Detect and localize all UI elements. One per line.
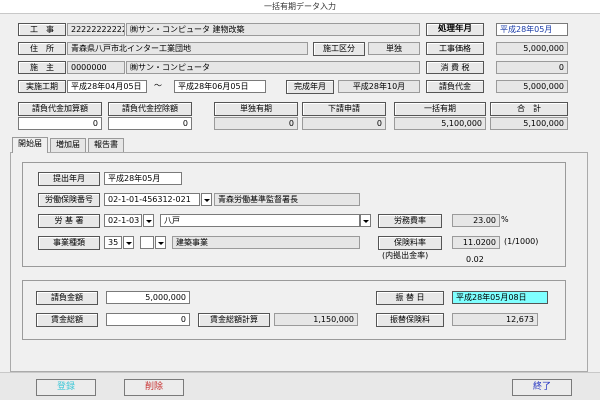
transfer-fee-button[interactable]: 振替保険料 <box>376 313 444 327</box>
submit-month-button[interactable]: 提出年月 <box>38 172 100 186</box>
business-code-2-dropdown[interactable] <box>155 236 166 249</box>
deduct-amount-value[interactable]: 0 <box>108 117 192 130</box>
labor-office-code[interactable]: 02-1-03 <box>104 214 142 227</box>
transfer-fee-value: 12,673 <box>452 313 538 326</box>
contract-label: 請負代金 <box>426 80 484 93</box>
insurance-no-button[interactable]: 労働保険番号 <box>38 193 100 207</box>
end-date[interactable]: 平成28年06月05日 <box>174 80 266 93</box>
business-code-1[interactable]: 35 <box>104 236 122 249</box>
single-period-button[interactable]: 単独有期 <box>214 102 298 116</box>
bulk-period-button[interactable]: 一括有期 <box>394 102 486 116</box>
tax-value[interactable]: 0 <box>496 61 568 74</box>
address-label: 住 所 <box>18 42 66 55</box>
window-title: 一括有期データ入力 <box>0 0 600 14</box>
transfer-date-button[interactable]: 振 替 日 <box>376 291 444 305</box>
add-amount-value[interactable]: 0 <box>18 117 102 130</box>
single-period-value: 0 <box>214 117 298 130</box>
start-date[interactable]: 平成28年04月05日 <box>67 80 147 93</box>
cost-rate-value: 23.00 <box>452 214 500 227</box>
inner-rate-label: (内拠出金率) <box>382 251 429 260</box>
business-code-2[interactable] <box>140 236 154 249</box>
contract-value[interactable]: 5,000,000 <box>496 80 568 93</box>
calc-group <box>22 280 566 340</box>
work-price-value[interactable]: 5,000,000 <box>496 42 568 55</box>
insurance-rate-button[interactable]: 保険料率 <box>378 236 442 250</box>
owner-name[interactable]: ㈱サン・コンピュータ <box>126 61 420 74</box>
completion-value[interactable]: 平成28年10月 <box>338 80 420 93</box>
insurance-no-dropdown[interactable] <box>201 193 212 206</box>
project-name[interactable]: ㈱サン・コンピュータ 建物改築 <box>126 23 420 36</box>
completion-button[interactable]: 完成年月 <box>286 80 334 94</box>
total-wage-value[interactable]: 0 <box>106 313 190 326</box>
period-value[interactable]: 平成28年05月 <box>496 23 568 36</box>
exec-period-label: 実施工期 <box>18 80 66 93</box>
inner-rate-value: 0.02 <box>466 255 484 264</box>
percent-sign: % <box>501 215 509 224</box>
project-code[interactable]: 22222222222 <box>67 23 125 36</box>
tilde: 〜 <box>154 81 162 90</box>
labor-office-button[interactable]: 労 基 署 <box>38 214 100 228</box>
insurance-office: 青森労働基準監督署長 <box>214 193 360 206</box>
submit-month-value[interactable]: 平成28年05月 <box>104 172 182 185</box>
category-value[interactable]: 単独 <box>368 42 420 55</box>
contract-amount-value[interactable]: 5,000,000 <box>106 291 190 304</box>
transfer-date-value[interactable]: 平成28年05月08日 <box>452 291 548 304</box>
tab-increase-notice[interactable]: 増加届 <box>50 138 86 152</box>
business-code-1-dropdown[interactable] <box>123 236 134 249</box>
owner-label: 施 主 <box>18 61 66 74</box>
subcontract-button[interactable]: 下請申請 <box>302 102 386 116</box>
labor-office-name[interactable]: 八戸 <box>160 214 360 227</box>
category-button[interactable]: 施工区分 <box>313 42 365 56</box>
insurance-no-value[interactable]: 02-1-01-456312-021 <box>104 193 200 206</box>
owner-code[interactable]: 0000000 <box>67 61 125 74</box>
insurance-rate-value: 11.0200 <box>452 236 500 249</box>
labor-office-dropdown[interactable] <box>143 214 154 227</box>
total-button[interactable]: 合 計 <box>490 102 568 116</box>
bulk-period-value: 5,100,000 <box>394 117 486 130</box>
delete-button[interactable]: 削除 <box>124 379 184 396</box>
work-price-label: 工事価格 <box>426 42 484 55</box>
exit-button[interactable]: 終了 <box>512 379 572 396</box>
project-label: 工 事 <box>18 23 66 36</box>
total-wage-button[interactable]: 賃金総額 <box>36 313 98 327</box>
register-button[interactable]: 登録 <box>36 379 96 396</box>
address-value[interactable]: 青森県八戸市北インター工業団地 <box>67 42 308 55</box>
add-amount-button[interactable]: 請負代金加算額 <box>18 102 102 116</box>
business-name: 建築事業 <box>172 236 360 249</box>
period-label: 処理年月 <box>426 23 484 36</box>
contract-amount-button[interactable]: 請負金額 <box>36 291 98 305</box>
deduct-amount-button[interactable]: 請負代金控除額 <box>108 102 192 116</box>
wage-calc-value: 1,150,000 <box>274 313 358 326</box>
cost-rate-button[interactable]: 労務費率 <box>378 214 442 228</box>
subcontract-value: 0 <box>302 117 386 130</box>
business-type-button[interactable]: 事業種類 <box>38 236 100 250</box>
labor-office-name-dropdown[interactable] <box>360 214 371 227</box>
tax-label: 消 費 税 <box>426 61 484 74</box>
tab-report[interactable]: 報告書 <box>88 138 124 152</box>
tab-start-notice[interactable]: 開始届 <box>12 137 48 153</box>
wage-calc-button[interactable]: 賃金総額計算 <box>198 313 270 327</box>
total-value: 5,100,000 <box>490 117 568 130</box>
insurance-rate-unit: (1/1000) <box>504 237 539 246</box>
